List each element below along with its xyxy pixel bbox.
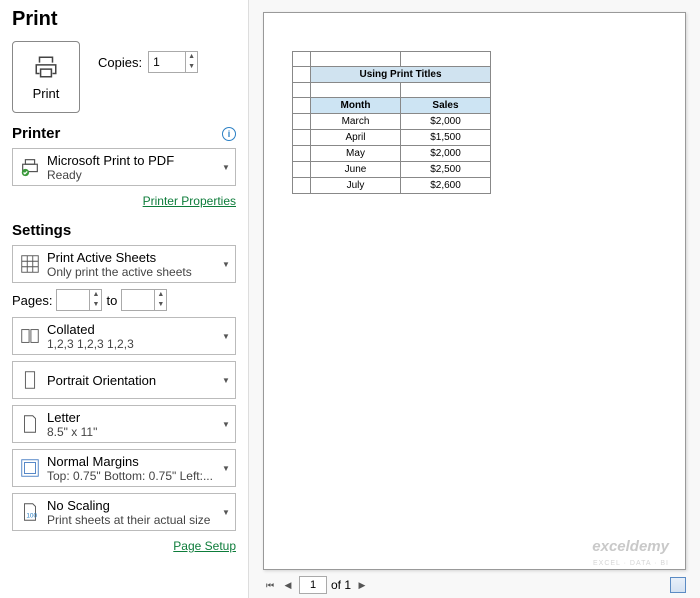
pages-to-label: to <box>106 293 117 308</box>
printer-heading-row: Printer i <box>12 125 236 142</box>
chevron-down-icon[interactable]: ▼ <box>90 300 101 310</box>
scaling-main: No Scaling <box>47 498 217 513</box>
print-settings-pane: Print Print Copies: ▲▼ Printer i Microso… <box>0 0 248 598</box>
collate-main: Collated <box>47 322 217 337</box>
orientation-dropdown[interactable]: Portrait Orientation ▼ <box>12 361 236 399</box>
scaling-dropdown[interactable]: 100 No Scaling Print sheets at their act… <box>12 493 236 531</box>
chevron-down-icon: ▼ <box>217 163 235 172</box>
col-sales: Sales <box>401 98 491 114</box>
scaling-icon: 100 <box>13 501 47 523</box>
col-month: Month <box>311 98 401 114</box>
chevron-up-icon[interactable]: ▲ <box>155 290 166 300</box>
pages-to-input[interactable] <box>122 293 154 307</box>
first-page-button[interactable]: ⏮ <box>263 578 277 592</box>
print-button[interactable]: Print <box>12 41 80 113</box>
copies-stepper[interactable]: ▲▼ <box>185 52 197 72</box>
paper-sub: 8.5" x 11" <box>47 425 217 439</box>
page-input[interactable] <box>299 576 327 594</box>
preview-pane: Using Print Titles MonthSales March$2,00… <box>248 0 700 598</box>
page-setup-link[interactable]: Page Setup <box>173 539 236 553</box>
chevron-down-icon: ▼ <box>217 420 235 429</box>
table-row: April$1,500 <box>293 130 491 146</box>
printer-name: Microsoft Print to PDF <box>47 153 217 168</box>
pager: ⏮ ◀ of 1 ▶ <box>263 576 686 594</box>
table-row: March$2,000 <box>293 114 491 130</box>
paper-main: Letter <box>47 410 217 425</box>
copies-spinner[interactable]: ▲▼ <box>148 51 198 73</box>
page-of-label: of 1 <box>331 578 351 592</box>
copies-label: Copies: <box>98 55 142 70</box>
orientation-main: Portrait Orientation <box>47 373 217 388</box>
preview-page: Using Print Titles MonthSales March$2,00… <box>263 12 686 570</box>
table-row: May$2,000 <box>293 146 491 162</box>
margins-sub: Top: 0.75" Bottom: 0.75" Left:... <box>47 469 217 483</box>
collate-icon <box>13 325 47 347</box>
chevron-up-icon[interactable]: ▲ <box>186 52 197 62</box>
chevron-down-icon[interactable]: ▼ <box>186 62 197 72</box>
printer-status-icon <box>13 156 47 178</box>
sheets-icon <box>13 253 47 275</box>
print-what-sub: Only print the active sheets <box>47 265 217 279</box>
zoom-to-page-button[interactable] <box>670 577 686 593</box>
watermark: exceldemy <box>592 538 669 555</box>
printer-icon <box>31 54 61 80</box>
print-what-main: Print Active Sheets <box>47 250 217 265</box>
page-icon <box>13 413 47 435</box>
margins-icon <box>13 457 47 479</box>
copies-input[interactable] <box>149 55 185 69</box>
print-button-label: Print <box>33 86 60 101</box>
pages-to-spinner[interactable]: ▲▼ <box>121 289 167 311</box>
pages-from-input[interactable] <box>57 293 89 307</box>
chevron-down-icon[interactable]: ▼ <box>155 300 166 310</box>
pages-from-spinner[interactable]: ▲▼ <box>56 289 102 311</box>
info-icon[interactable]: i <box>222 127 236 141</box>
chevron-down-icon: ▼ <box>217 332 235 341</box>
prev-page-button[interactable]: ◀ <box>281 578 295 592</box>
printer-heading: Printer <box>12 125 60 142</box>
settings-heading: Settings <box>12 222 236 239</box>
collate-dropdown[interactable]: Collated 1,2,3 1,2,3 1,2,3 ▼ <box>12 317 236 355</box>
preview-table: Using Print Titles MonthSales March$2,00… <box>292 51 491 194</box>
pages-label: Pages: <box>12 293 52 308</box>
margins-main: Normal Margins <box>47 454 217 469</box>
print-action-row: Print Copies: ▲▼ <box>12 41 236 113</box>
watermark-sub: EXCEL · DATA · BI <box>593 560 669 567</box>
chevron-down-icon: ▼ <box>217 260 235 269</box>
next-page-button[interactable]: ▶ <box>355 578 369 592</box>
table-row: July$2,600 <box>293 178 491 194</box>
table-title: Using Print Titles <box>311 67 491 83</box>
printer-status: Ready <box>47 168 217 182</box>
paper-dropdown[interactable]: Letter 8.5" x 11" ▼ <box>12 405 236 443</box>
chevron-up-icon[interactable]: ▲ <box>90 290 101 300</box>
printer-properties-link[interactable]: Printer Properties <box>143 194 236 208</box>
pages-row: Pages: ▲▼ to ▲▼ <box>12 289 236 311</box>
print-what-dropdown[interactable]: Print Active Sheets Only print the activ… <box>12 245 236 283</box>
svg-text:100: 100 <box>26 513 37 520</box>
page-title: Print <box>12 8 236 31</box>
scaling-sub: Print sheets at their actual size <box>47 513 217 527</box>
portrait-icon <box>13 369 47 391</box>
table-row: June$2,500 <box>293 162 491 178</box>
margins-dropdown[interactable]: Normal Margins Top: 0.75" Bottom: 0.75" … <box>12 449 236 487</box>
chevron-down-icon: ▼ <box>217 464 235 473</box>
chevron-down-icon: ▼ <box>217 508 235 517</box>
collate-sub: 1,2,3 1,2,3 1,2,3 <box>47 337 217 351</box>
chevron-down-icon: ▼ <box>217 376 235 385</box>
printer-dropdown[interactable]: Microsoft Print to PDF Ready ▼ <box>12 148 236 186</box>
copies-row: Copies: ▲▼ <box>98 51 198 73</box>
